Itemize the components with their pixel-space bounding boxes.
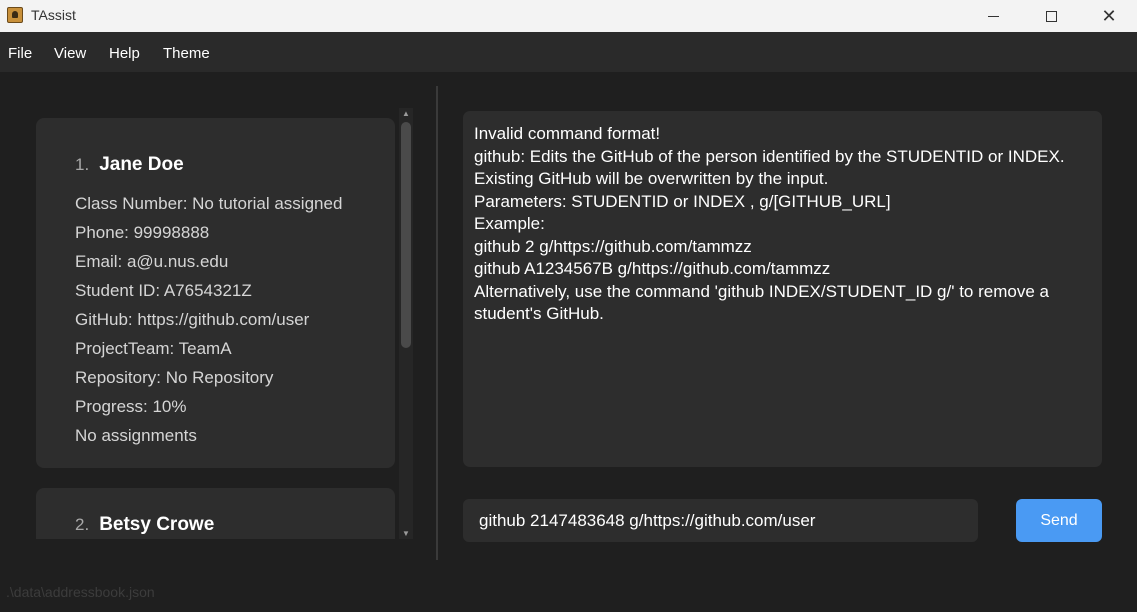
minimize-button[interactable] bbox=[970, 0, 1016, 32]
menu-view[interactable]: View bbox=[54, 45, 86, 62]
person-header: 1. Jane Doe bbox=[75, 154, 184, 176]
result-line: student's GitHub. bbox=[474, 304, 604, 323]
command-input[interactable] bbox=[463, 499, 978, 542]
result-display: Invalid command format! github: Edits th… bbox=[463, 111, 1102, 467]
result-line: Existing GitHub will be overwritten by t… bbox=[474, 169, 829, 188]
project-team-field: ProjectTeam: TeamA bbox=[75, 339, 232, 358]
person-header: 2. Betsy Crowe bbox=[75, 514, 214, 536]
maximize-icon bbox=[1045, 10, 1057, 22]
repository-field: Repository: No Repository bbox=[75, 368, 274, 387]
result-line: github: Edits the GitHub of the person i… bbox=[474, 146, 1065, 166]
email-field: Email: a@u.nus.edu bbox=[75, 252, 229, 271]
result-line: Example: bbox=[474, 214, 545, 233]
menu-help[interactable]: Help bbox=[109, 45, 140, 62]
person-card[interactable]: 2. Betsy Crowe bbox=[36, 488, 395, 539]
progress-field: Progress: 10% bbox=[75, 397, 187, 416]
menu-theme[interactable]: Theme bbox=[163, 45, 210, 62]
github-field: GitHub: https://github.com/user bbox=[75, 310, 310, 329]
class-number-field: Class Number: No tutorial assigned bbox=[75, 194, 343, 213]
assignments-field: No assignments bbox=[75, 426, 197, 445]
person-name: Betsy Crowe bbox=[99, 514, 215, 535]
window-title: TAssist bbox=[31, 7, 76, 23]
person-card[interactable]: 1. Jane Doe Class Number: No tutorial as… bbox=[36, 118, 395, 468]
student-id-field: Student ID: A7654321Z bbox=[75, 281, 252, 300]
panel-divider[interactable] bbox=[436, 86, 438, 560]
title-bar: TAssist ✕ bbox=[0, 0, 1137, 32]
person-index: 1. bbox=[75, 155, 90, 174]
phone-field: Phone: 99998888 bbox=[75, 223, 210, 242]
minimize-icon bbox=[987, 15, 999, 17]
menu-file[interactable]: File bbox=[8, 45, 32, 62]
close-button[interactable]: ✕ bbox=[1086, 0, 1132, 32]
person-index: 2. bbox=[75, 515, 90, 534]
result-line: github 2 g/https://github.com/tammzz bbox=[474, 236, 752, 256]
result-line: Alternatively, use the command 'github I… bbox=[474, 281, 1049, 301]
close-icon: ✕ bbox=[1101, 6, 1117, 26]
menu-bar: File View Help Theme bbox=[0, 32, 1137, 72]
scroll-thumb[interactable] bbox=[401, 122, 411, 348]
result-line: github A1234567B g/https://github.com/ta… bbox=[474, 259, 831, 278]
person-list[interactable]: 1. Jane Doe Class Number: No tutorial as… bbox=[36, 108, 396, 539]
list-scrollbar[interactable]: ▲ ▼ bbox=[399, 108, 413, 539]
scroll-up-icon[interactable]: ▲ bbox=[402, 109, 410, 118]
status-file-path: .\data\addressbook.json bbox=[6, 584, 155, 600]
person-name: Jane Doe bbox=[99, 154, 184, 175]
app-icon bbox=[7, 7, 23, 23]
scroll-down-icon[interactable]: ▼ bbox=[402, 529, 410, 538]
send-button[interactable]: Send bbox=[1016, 499, 1102, 542]
result-line: Invalid command format! bbox=[474, 124, 661, 143]
result-line: Parameters: STUDENTID or INDEX , g/[GITH… bbox=[474, 191, 891, 211]
maximize-button[interactable] bbox=[1028, 0, 1074, 32]
